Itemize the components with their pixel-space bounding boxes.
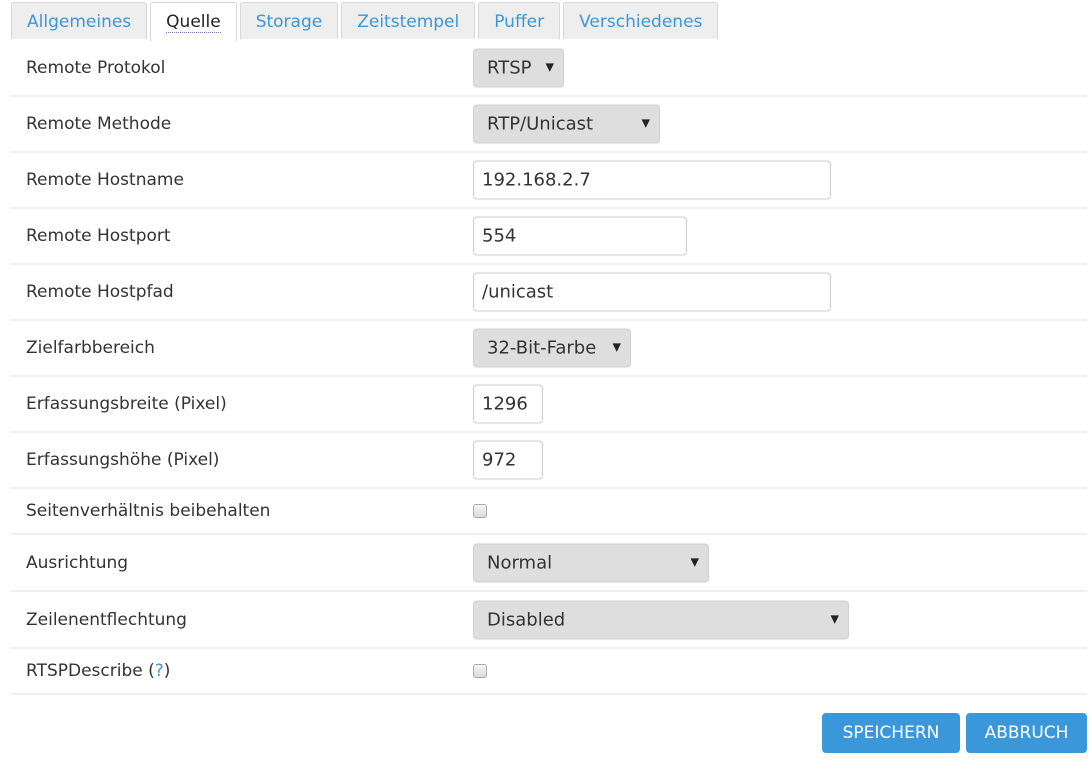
remote-hostport-input[interactable]: 554 bbox=[473, 216, 687, 256]
remote-protokol-select[interactable]: RTSP ▼ bbox=[473, 48, 564, 87]
help-link[interactable]: ? bbox=[155, 661, 164, 681]
dropdown-arrow-icon: ▼ bbox=[545, 60, 554, 73]
field-label: Remote Hostport bbox=[26, 226, 171, 246]
rtspdescribe-checkbox[interactable] bbox=[473, 664, 487, 678]
tab-label: Storage bbox=[255, 12, 323, 32]
tab-storage[interactable]: Storage bbox=[239, 2, 339, 39]
row-erfassungsbreite: Erfassungsbreite (Pixel) 1296 bbox=[11, 377, 1087, 433]
save-button[interactable]: SPEICHERN bbox=[822, 713, 960, 753]
field-label: Erfassungshöhe (Pixel) bbox=[26, 450, 220, 470]
tab-label: Zeitstempel bbox=[357, 12, 460, 32]
field-label: Remote Hostpfad bbox=[26, 282, 174, 302]
field-label: Zielfarbbereich bbox=[26, 338, 155, 358]
paren-open: ( bbox=[142, 661, 155, 681]
remote-hostpfad-input[interactable]: /unicast bbox=[473, 272, 831, 312]
row-zeilenentflechtung: Zeilenentflechtung Disabled ▼ bbox=[11, 592, 1087, 649]
paren-close: ) bbox=[163, 661, 171, 681]
field-label: Remote Methode bbox=[26, 114, 172, 134]
row-ausrichtung: Ausrichtung Normal ▼ bbox=[11, 535, 1087, 592]
dropdown-arrow-icon: ▼ bbox=[641, 116, 650, 130]
row-remote-hostpfad: Remote Hostpfad /unicast bbox=[11, 265, 1087, 321]
field-label: Ausrichtung bbox=[26, 552, 129, 573]
field-label: Zeilenentflechtung bbox=[26, 609, 187, 630]
row-erfassungshoehe: Erfassungshöhe (Pixel) 972 bbox=[11, 433, 1087, 489]
row-remote-hostport: Remote Hostport 554 bbox=[11, 209, 1087, 265]
tab-allgemeines[interactable]: Allgemeines bbox=[11, 2, 148, 39]
source-settings-form: Remote Protokol RTSP ▼ Remote Methode RT… bbox=[11, 40, 1087, 695]
dropdown-arrow-icon: ▼ bbox=[690, 555, 699, 568]
rtspdescribe-label: RTSPDescribe bbox=[26, 661, 143, 681]
cancel-button[interactable]: ABBRUCH bbox=[966, 713, 1087, 753]
tab-bar: Allgemeines Quelle Storage Zeitstempel P… bbox=[11, 2, 721, 41]
zeilenentflechtung-select[interactable]: Disabled ▼ bbox=[473, 600, 849, 639]
select-value: Disabled bbox=[487, 609, 566, 630]
field-label: Remote Protokol bbox=[26, 57, 166, 78]
remote-methode-select[interactable]: RTP/Unicast ▼ bbox=[473, 104, 660, 144]
select-value: RTSP bbox=[487, 57, 532, 78]
field-label: Seitenverhältnis beibehalten bbox=[26, 501, 271, 521]
erfassungshoehe-input[interactable]: 972 bbox=[473, 440, 543, 480]
select-value: Normal bbox=[487, 552, 553, 573]
tab-quelle[interactable]: Quelle bbox=[150, 2, 237, 41]
row-zielfarbbereich: Zielfarbbereich 32-Bit-Farbe ▼ bbox=[11, 321, 1087, 377]
dropdown-arrow-icon: ▼ bbox=[612, 340, 621, 354]
select-value: RTP/Unicast bbox=[487, 113, 594, 135]
zielfarbbereich-select[interactable]: 32-Bit-Farbe ▼ bbox=[473, 328, 631, 368]
erfassungsbreite-input[interactable]: 1296 bbox=[473, 384, 543, 424]
tab-label: Verschiedenes bbox=[579, 12, 703, 32]
row-remote-protokol: Remote Protokol RTSP ▼ bbox=[11, 40, 1087, 97]
row-seitenverhaeltnis: Seitenverhältnis beibehalten bbox=[11, 489, 1087, 535]
field-label: RTSPDescribe (?) bbox=[26, 661, 170, 681]
field-label: Erfassungsbreite (Pixel) bbox=[26, 394, 227, 414]
row-remote-hostname: Remote Hostname 192.168.2.7 bbox=[11, 153, 1087, 209]
tab-puffer[interactable]: Puffer bbox=[478, 2, 561, 39]
tab-zeitstempel[interactable]: Zeitstempel bbox=[341, 2, 476, 39]
tab-label: Quelle bbox=[166, 12, 221, 33]
row-remote-methode: Remote Methode RTP/Unicast ▼ bbox=[11, 97, 1087, 153]
tab-label: Puffer bbox=[494, 12, 545, 32]
tab-verschiedenes[interactable]: Verschiedenes bbox=[563, 2, 719, 39]
remote-hostname-input[interactable]: 192.168.2.7 bbox=[473, 160, 831, 200]
field-label: Remote Hostname bbox=[26, 170, 184, 190]
tab-label: Allgemeines bbox=[27, 12, 132, 32]
dropdown-arrow-icon: ▼ bbox=[830, 612, 839, 625]
row-rtspdescribe: RTSPDescribe (?) bbox=[11, 649, 1087, 695]
ausrichtung-select[interactable]: Normal ▼ bbox=[473, 543, 709, 582]
seitenverhaeltnis-checkbox[interactable] bbox=[473, 504, 487, 518]
select-value: 32-Bit-Farbe bbox=[487, 337, 597, 359]
